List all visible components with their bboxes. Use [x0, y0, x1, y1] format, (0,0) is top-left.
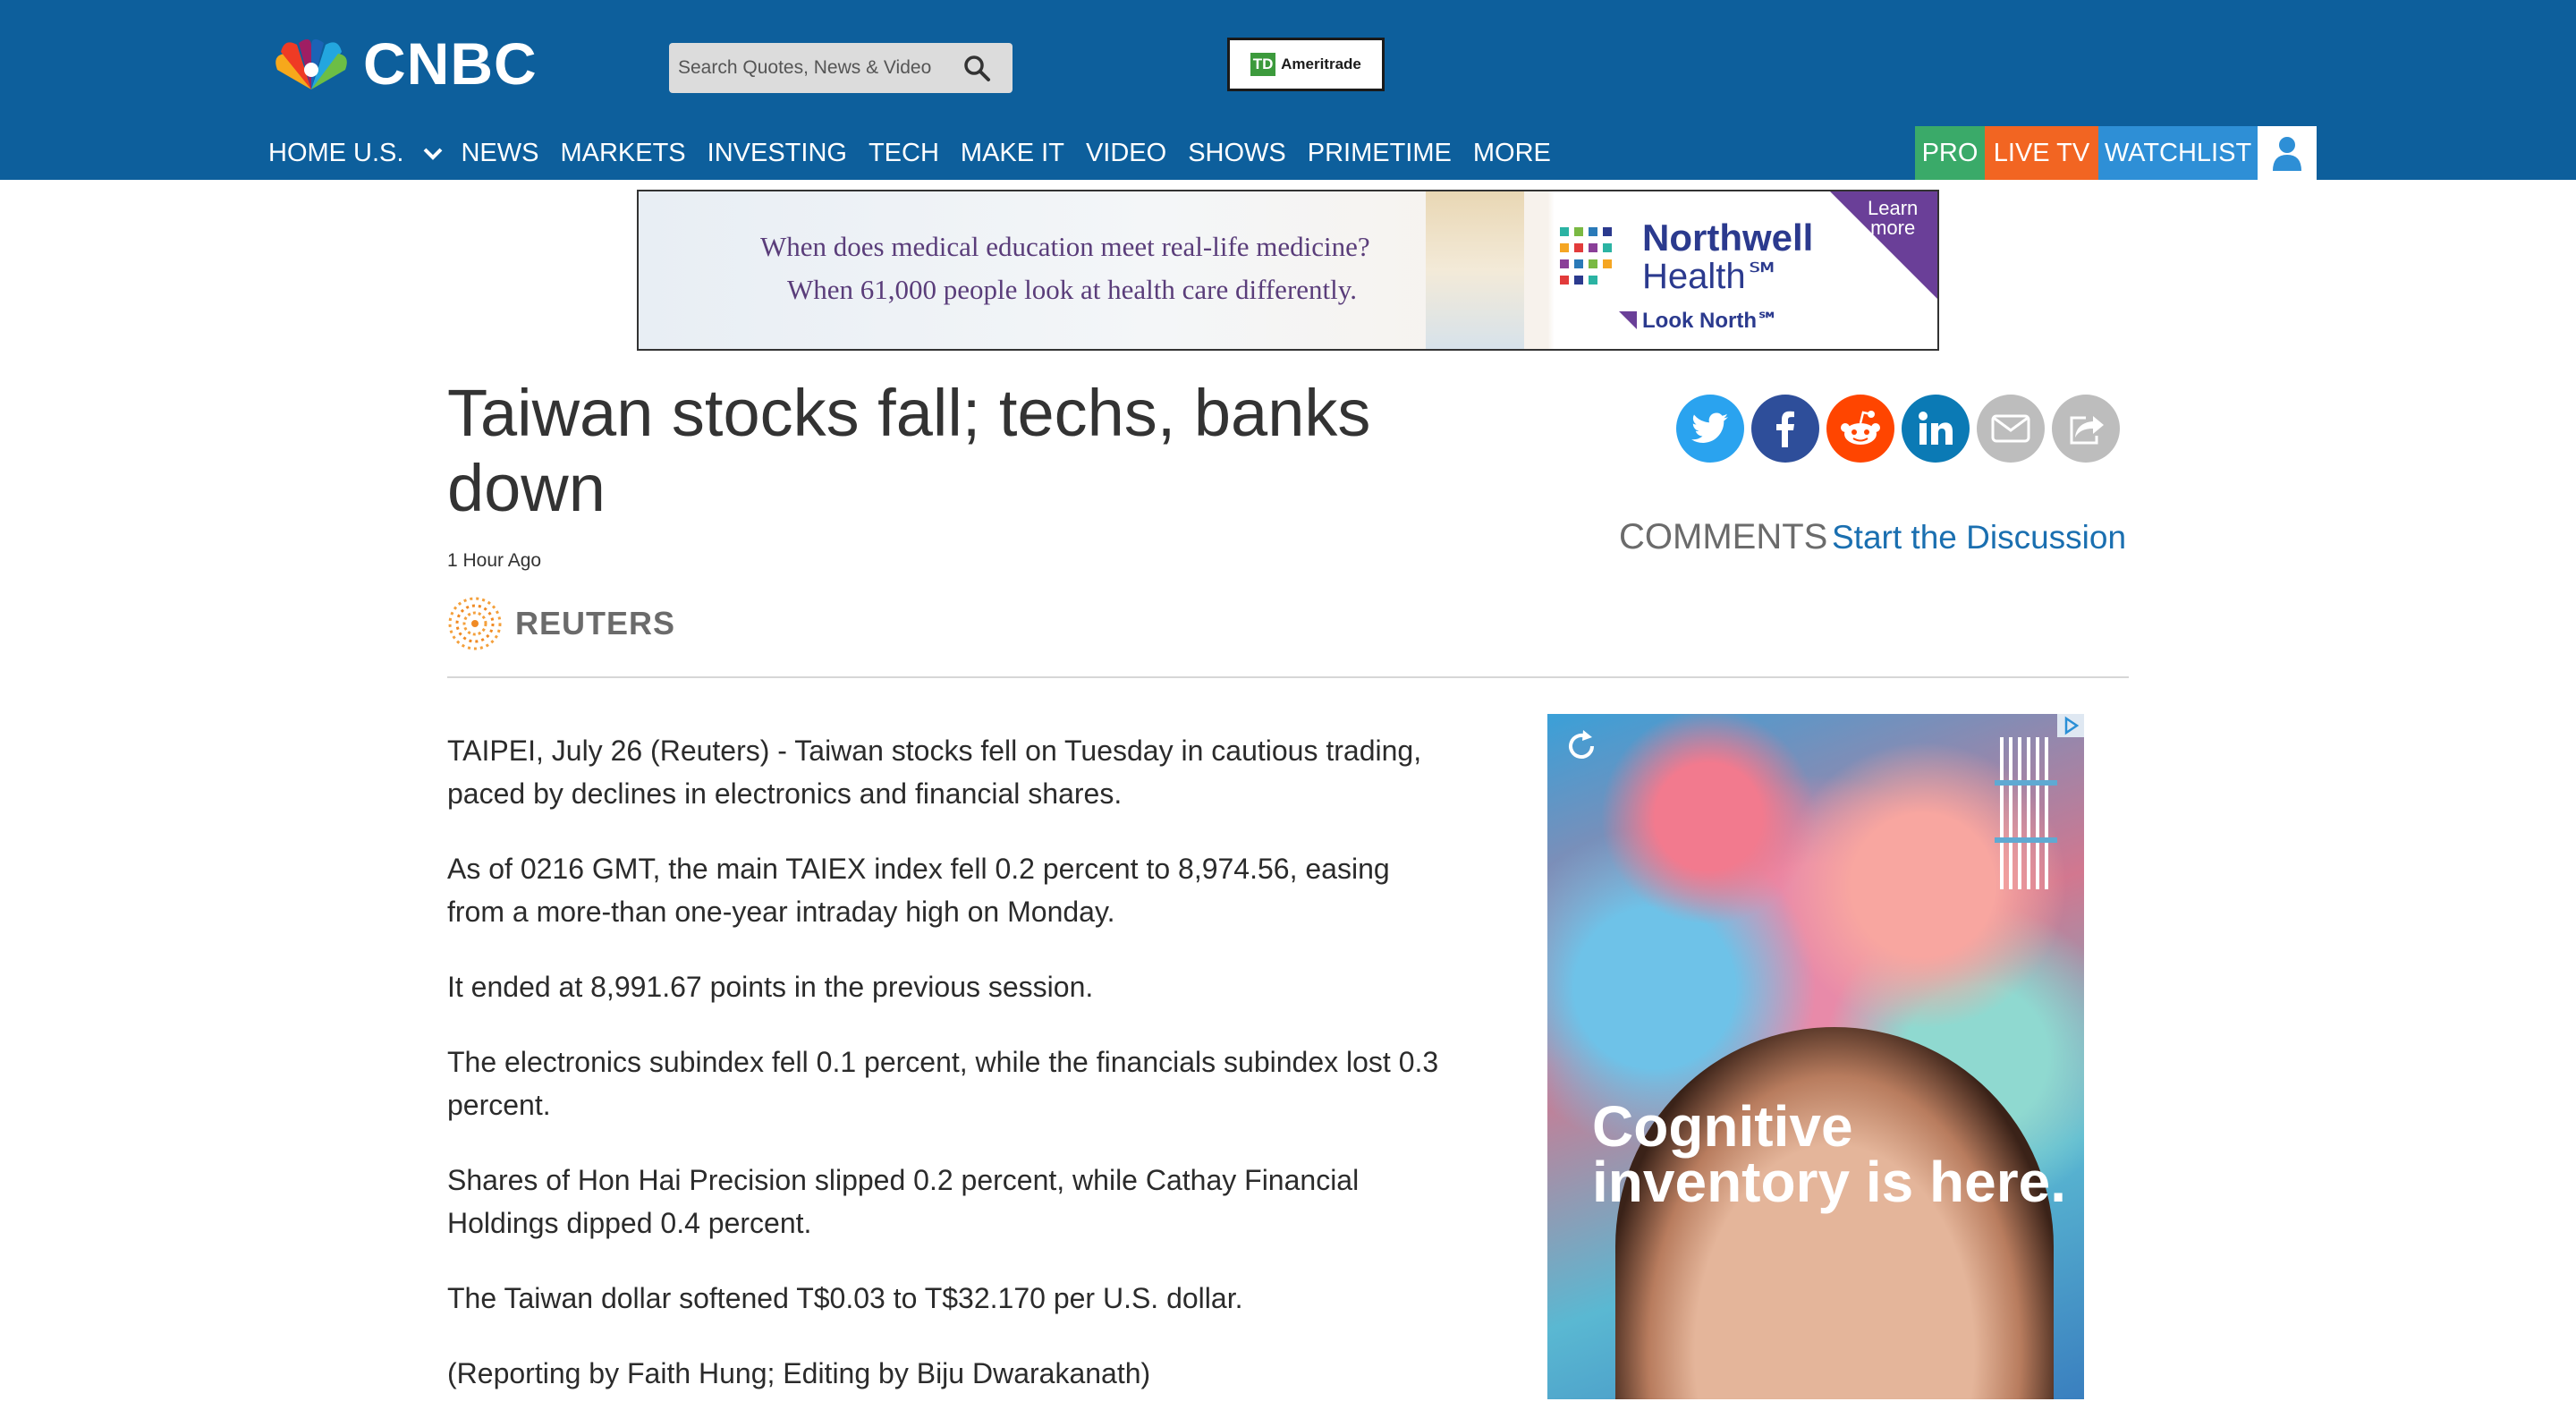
article-timestamp: 1 Hour Ago — [447, 550, 542, 571]
share-more-button[interactable] — [2052, 395, 2120, 463]
twitter-icon — [1691, 412, 1728, 443]
ad-headline: Cognitive inventory is here. — [1592, 1094, 2066, 1214]
ibm-sidebar-ad[interactable]: Cognitive inventory is here. — [1547, 714, 2084, 1399]
source-byline[interactable]: REUTERS — [447, 596, 675, 651]
ad-brand-line1: Northwell — [1642, 217, 1814, 259]
article-paragraph: Shares of Hon Hai Precision slipped 0.2 … — [447, 1164, 1360, 1239]
northwell-logo-icon — [1560, 227, 1612, 285]
reuters-logo-icon — [448, 597, 502, 650]
reddit-button[interactable] — [1826, 395, 1894, 463]
article-paragraph: The Taiwan dollar softened T$0.03 to T$3… — [447, 1282, 1243, 1314]
td-ameritrade-sponsor[interactable]: TD Ameritrade — [1227, 38, 1385, 91]
learn-more-line1: Learn — [1868, 197, 1919, 219]
search-box — [669, 43, 1013, 93]
article-paragraph: The electronics subindex fell 0.1 percen… — [447, 1046, 1439, 1121]
nav-primetime[interactable]: PRIMETIME — [1308, 130, 1452, 176]
play-icon — [2064, 716, 2080, 735]
nav-home-us[interactable]: HOME U.S. — [268, 130, 403, 176]
source-name: REUTERS — [515, 605, 676, 641]
pro-button[interactable]: PRO — [1915, 126, 1985, 180]
nav-news[interactable]: NEWS — [461, 130, 538, 176]
site-header: CNBC TD Ameritrade HOME U.S. NEWS MARKET… — [0, 0, 2576, 180]
ibm-logo-icon — [1995, 737, 2057, 889]
email-icon — [1991, 414, 2030, 443]
main-nav: HOME U.S. NEWS MARKETS INVESTING TECH MA… — [268, 130, 1572, 176]
peacock-icon — [275, 38, 347, 89]
northwell-banner-ad[interactable]: When does medical education meet real-li… — [637, 190, 1939, 351]
chevron-down-icon[interactable] — [419, 140, 446, 166]
learn-more-label[interactable]: Learn more — [1868, 199, 1918, 238]
article-body: TAIPEI, July 26 (Reuters) - Taiwan stock… — [447, 729, 1440, 1427]
email-button[interactable] — [1977, 395, 2045, 463]
brand-wordmark: CNBC — [363, 30, 538, 97]
share-bar — [1676, 395, 2127, 463]
linkedin-icon — [1919, 412, 1953, 445]
sponsor-name: Ameritrade — [1281, 55, 1361, 72]
nav-make-it[interactable]: MAKE IT — [961, 130, 1064, 176]
ad-brand-line2: Health℠ — [1642, 257, 1783, 296]
ad-headline-line2: inventory is here. — [1592, 1150, 2066, 1214]
adchoices-icon[interactable] — [2057, 714, 2084, 737]
facebook-icon — [1776, 411, 1794, 447]
nav-shows[interactable]: SHOWS — [1188, 130, 1286, 176]
twitter-button[interactable] — [1676, 395, 1744, 463]
ad-tagline: Look North℠ — [1642, 309, 1779, 333]
reddit-icon — [1841, 411, 1880, 445]
refresh-icon[interactable] — [1563, 728, 1599, 764]
nav-markets[interactable]: MARKETS — [560, 130, 685, 176]
search-input[interactable] — [669, 43, 955, 93]
td-mark: TD — [1250, 53, 1276, 76]
article-paragraph: It ended at 8,991.67 points in the previ… — [447, 971, 1094, 1003]
facebook-button[interactable] — [1751, 395, 1819, 463]
article-paragraph: As of 0216 GMT, the main TAIEX index fel… — [447, 853, 1390, 928]
learn-more-line2: more — [1870, 217, 1916, 239]
user-account-button[interactable] — [2258, 126, 2317, 180]
watchlist-button[interactable]: WATCHLIST — [2098, 126, 2258, 180]
article-paragraph: TAIPEI, July 26 (Reuters) - Taiwan stock… — [447, 735, 1422, 810]
ad-text-line2: When 61,000 people look at health care d… — [787, 274, 1357, 305]
nav-video[interactable]: VIDEO — [1086, 130, 1166, 176]
nav-more[interactable]: MORE — [1473, 130, 1551, 176]
cnbc-logo[interactable]: CNBC — [267, 34, 538, 93]
ad-photo — [1426, 191, 1524, 349]
header-divider — [447, 676, 2129, 678]
linkedin-button[interactable] — [1902, 395, 1970, 463]
triangle-icon — [1619, 311, 1637, 329]
start-discussion-link[interactable]: Start the Discussion — [1832, 519, 2126, 556]
nav-investing[interactable]: INVESTING — [708, 130, 847, 176]
nav-tech[interactable]: TECH — [869, 130, 939, 176]
live-tv-button[interactable]: LIVE TV — [1985, 126, 2098, 180]
article-headline: Taiwan stocks fall; techs, banks down — [447, 376, 1371, 525]
share-icon — [2070, 416, 2104, 445]
ad-text-line1: When does medical education meet real-li… — [760, 231, 1370, 262]
article-paragraph: (Reporting by Faith Hung; Editing by Bij… — [447, 1357, 1151, 1389]
user-icon — [2273, 137, 2301, 171]
ad-headline-line1: Cognitive — [1592, 1094, 1853, 1159]
search-icon[interactable] — [962, 54, 991, 82]
comments-label: COMMENTS — [1619, 517, 1828, 556]
